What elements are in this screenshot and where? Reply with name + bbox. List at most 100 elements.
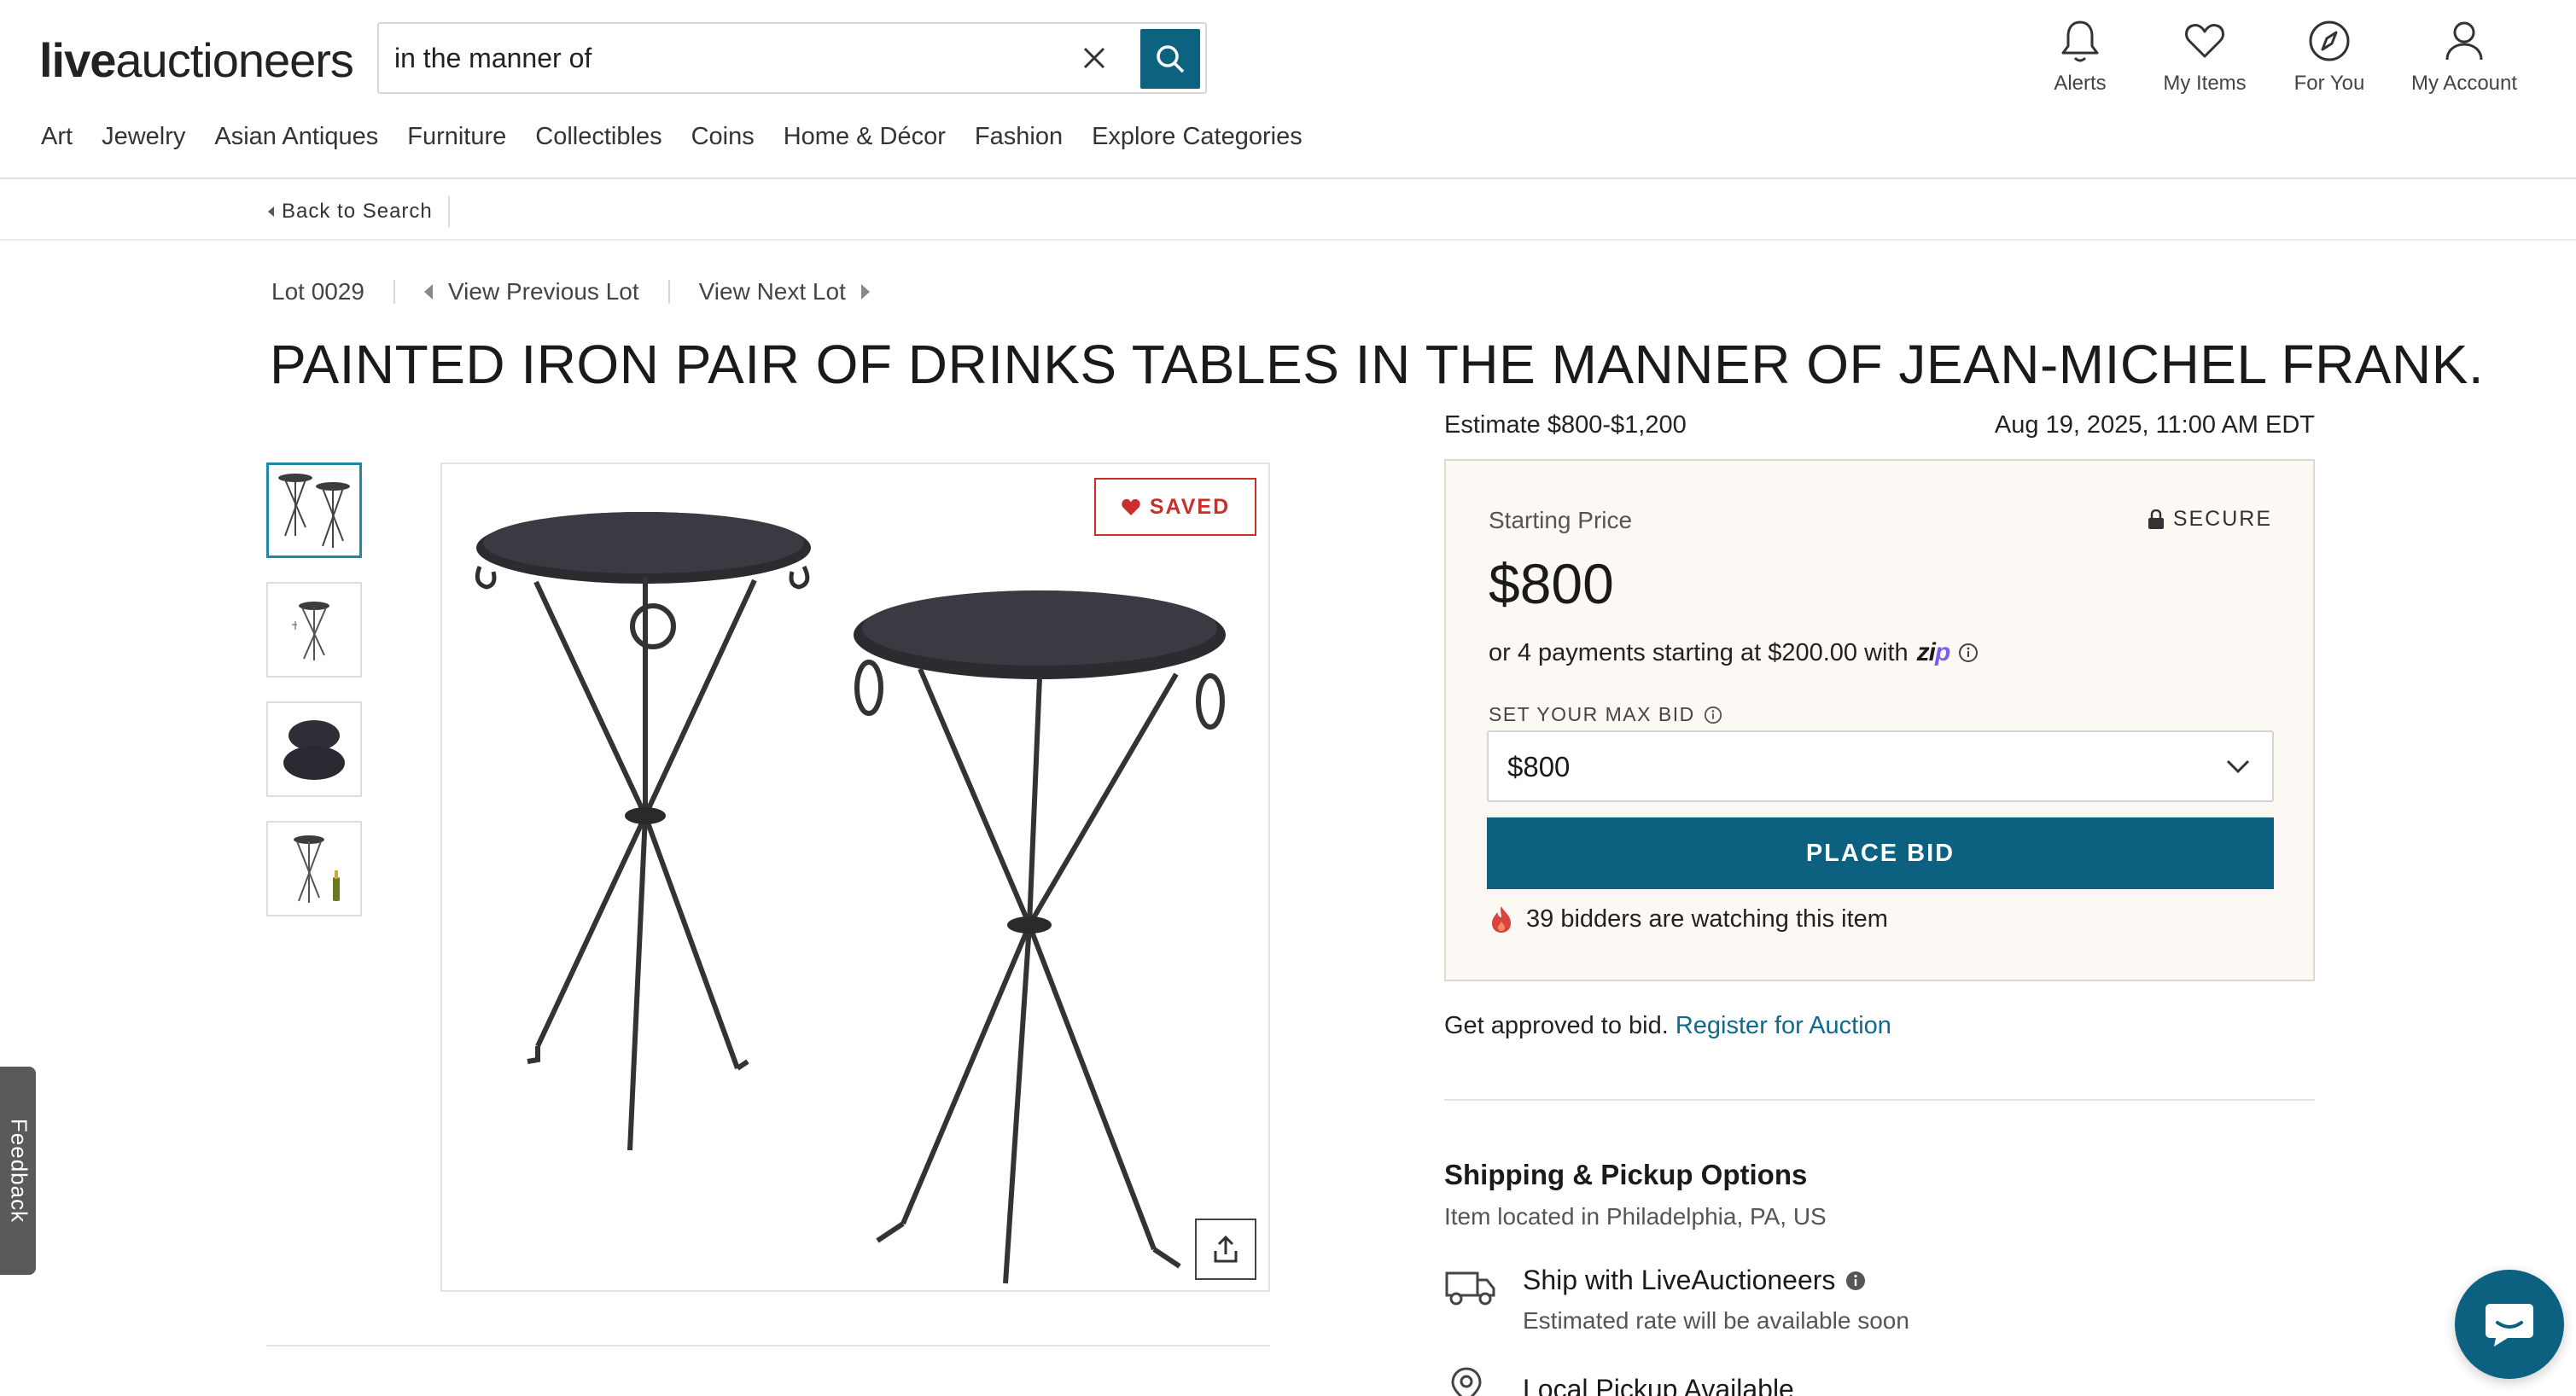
feedback-tab[interactable]: Feedback [0, 1067, 36, 1275]
ship-option-label: Ship with LiveAuctioneers [1523, 1265, 1836, 1295]
watchers-text: 39 bidders are watching this item [1526, 904, 1888, 933]
caret-left-icon [424, 284, 433, 300]
item-location: Item located in Philadelphia, PA, US [1444, 1203, 1827, 1230]
bid-panel: Starting Price SECURE $800 or 4 payments… [1444, 459, 2315, 981]
my-items-label: My Items [2163, 72, 2247, 95]
tables-top-view-thumbnail-image [283, 720, 345, 780]
pickup-option-title: Local Pickup Available [1523, 1374, 1794, 1396]
secure-label: SECURE [2172, 507, 2272, 531]
user-icon [2445, 21, 2483, 61]
nav-item-explore-categories[interactable]: Explore Categories [1092, 123, 1303, 151]
my-account-label: My Account [2410, 72, 2518, 95]
nav-item-fashion[interactable]: Fashion [975, 123, 1063, 151]
thumbnail-2[interactable] [266, 582, 362, 678]
chat-bubble-icon [2486, 1304, 2533, 1347]
table-with-bottle-thumbnail-image [294, 835, 340, 903]
max-bid-value: $800 [1507, 751, 1571, 782]
nav-item-coins[interactable]: Coins [691, 123, 755, 151]
alerts-button[interactable]: Alerts [2018, 17, 2142, 96]
share-icon [1214, 1235, 1238, 1263]
previous-lot-link[interactable]: View Previous Lot [424, 278, 639, 305]
max-bid-select[interactable]: $800 [1487, 730, 2274, 802]
lot-number: Lot 0029 [271, 278, 364, 305]
saved-button[interactable]: SAVED [1094, 478, 1256, 536]
saved-label: SAVED [1149, 494, 1231, 519]
thumbnail-4[interactable] [266, 821, 362, 916]
nav-item-home-decor[interactable]: Home & Décor [784, 123, 946, 151]
back-to-search-link[interactable]: Back to Search [266, 196, 450, 227]
drinks-tables-photo [475, 512, 1226, 1284]
lot-navigation: Lot 0029 View Previous Lot View Next Lot [271, 278, 870, 305]
search-icon [1157, 45, 1185, 73]
divider [667, 280, 670, 304]
lot-title: PAINTED IRON PAIR OF DRINKS TABLES IN TH… [270, 334, 2485, 395]
thumbnail-list [266, 462, 362, 916]
site-logo[interactable]: liveauctioneers [39, 32, 354, 88]
heart-filled-icon [1122, 498, 1140, 515]
my-items-button[interactable]: My Items [2142, 17, 2267, 96]
info-icon[interactable] [1845, 1271, 1866, 1291]
estimate-text: Estimate $800-$1,200 [1444, 411, 1687, 439]
previous-lot-label: View Previous Lot [448, 278, 639, 305]
divider [393, 280, 395, 304]
next-lot-label: View Next Lot [698, 278, 846, 305]
sub-bar: Back to Search [0, 181, 2576, 241]
starting-price: $800 [1489, 552, 1614, 615]
site-header: liveauctioneers Alerts My Items For You … [0, 0, 2576, 179]
compass-icon [2309, 20, 2350, 61]
tables-pair-thumbnail-image [278, 474, 350, 548]
nav-item-collectibles[interactable]: Collectibles [535, 123, 661, 151]
lock-icon [2148, 509, 2164, 529]
divider [1444, 1099, 2315, 1101]
place-bid-label: PLACE BID [1805, 839, 1955, 867]
feedback-label: Feedback [6, 1118, 32, 1224]
alerts-label: Alerts [2054, 72, 2107, 95]
truck-icon [1445, 1271, 1495, 1306]
next-lot-link[interactable]: View Next Lot [699, 278, 870, 305]
zip-logo: zip [1916, 638, 1951, 667]
info-icon[interactable] [1958, 643, 1979, 663]
logo-auctioneers: auctioneers [115, 33, 354, 87]
chevron-down-icon [2226, 759, 2250, 774]
secure-badge: SECURE [2148, 507, 2272, 532]
max-bid-label: SET YOUR MAX BID [1489, 703, 1722, 726]
search-input[interactable] [394, 36, 1077, 80]
divider [266, 1345, 1270, 1347]
caret-right-icon [860, 284, 870, 300]
place-bid-button[interactable]: PLACE BID [1487, 817, 2274, 889]
logo-live: live [39, 33, 116, 87]
search-bar [377, 22, 1207, 94]
register-info: Get approved to bid. Register for Auctio… [1444, 1012, 1891, 1040]
share-button[interactable] [1195, 1219, 1256, 1280]
approve-text: Get approved to bid. [1444, 1012, 1669, 1039]
zip-logo-b: p [1935, 638, 1950, 666]
installment-text: or 4 payments starting at $200.00 with [1489, 638, 1909, 666]
nav-item-furniture[interactable]: Furniture [407, 123, 506, 151]
caret-left-icon [268, 206, 274, 217]
location-pin-icon [1451, 1367, 1482, 1396]
info-icon[interactable] [1704, 706, 1722, 724]
auction-date: Aug 19, 2025, 11:00 AM EDT [1994, 411, 2315, 439]
nav-item-asian-antiques[interactable]: Asian Antiques [214, 123, 378, 151]
clear-search-icon[interactable] [1077, 41, 1111, 75]
search-button[interactable] [1140, 29, 1200, 89]
starting-price-label: Starting Price [1489, 507, 1633, 533]
watchers-info: 39 bidders are watching this item [1489, 904, 1888, 934]
for-you-button[interactable]: For You [2267, 17, 2392, 96]
zip-logo-a: zi [1916, 638, 1936, 666]
register-for-auction-link[interactable]: Register for Auction [1676, 1012, 1891, 1039]
ship-option: Ship with LiveAuctioneers Estimated rate… [1444, 1261, 2315, 1338]
nav-item-art[interactable]: Art [41, 123, 73, 151]
my-account-button[interactable]: My Account [2392, 17, 2537, 96]
main-product-image[interactable]: SAVED [440, 462, 1270, 1292]
nav-item-jewelry[interactable]: Jewelry [102, 123, 185, 151]
max-bid-label-text: SET YOUR MAX BID [1489, 703, 1695, 725]
thumbnail-1[interactable] [266, 462, 362, 558]
installment-info: or 4 payments starting at $200.00 with z… [1489, 638, 1979, 667]
bell-icon [2061, 20, 2099, 62]
chat-button[interactable] [2455, 1270, 2564, 1379]
category-nav: Art Jewelry Asian Antiques Furniture Col… [41, 123, 1303, 151]
thumbnail-3[interactable] [266, 701, 362, 797]
auction-summary: Estimate $800-$1,200 Aug 19, 2025, 11:00… [1444, 411, 2315, 439]
table-single-thumbnail-image [292, 602, 329, 660]
